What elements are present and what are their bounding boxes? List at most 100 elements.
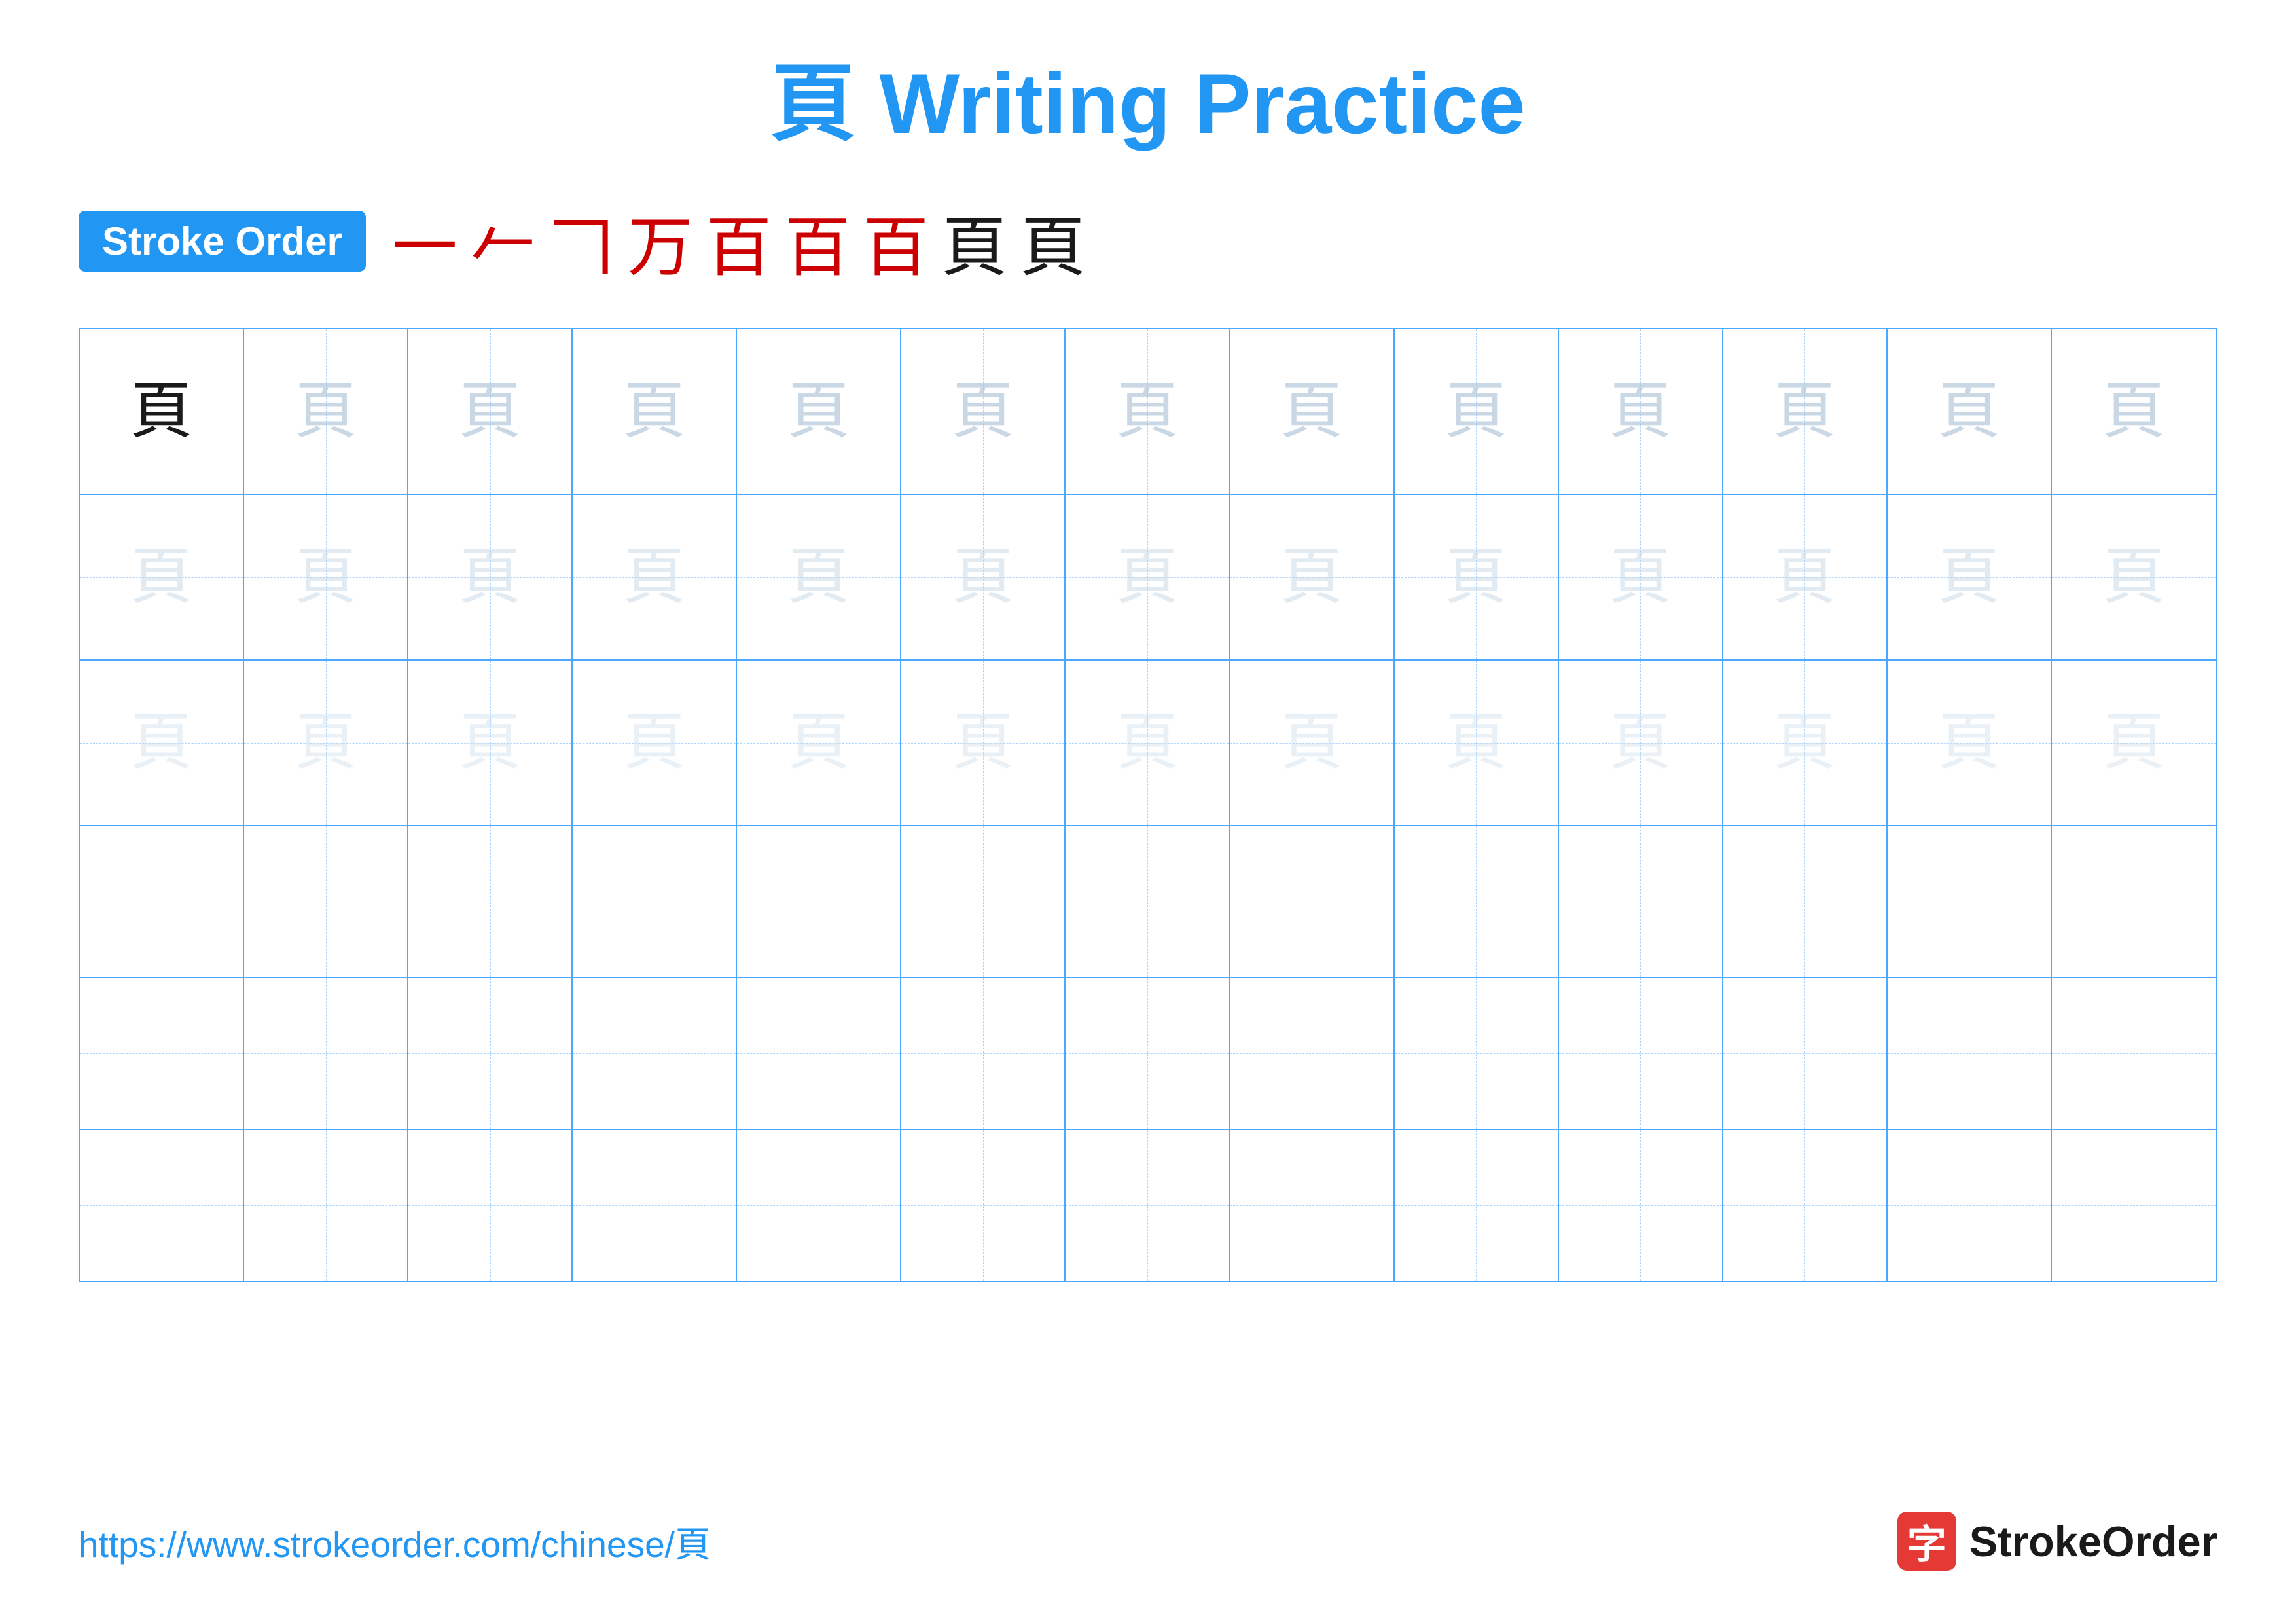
page-title: 頁 Writing Practice [79,52,2217,155]
grid-cell-5-1[interactable] [80,978,244,1129]
grid-cell-2-6[interactable]: 頁 [901,495,1066,659]
grid-cell-1-2[interactable]: 頁 [244,329,408,494]
grid-cell-2-9[interactable]: 頁 [1395,495,1559,659]
grid-cell-6-13[interactable] [2052,1130,2216,1281]
grid-row-6 [80,1130,2216,1281]
grid-cell-5-4[interactable] [573,978,737,1129]
grid-cell-2-4[interactable]: 頁 [573,495,737,659]
stroke-sequence: 一 𠂉 𠃍 万 百 百 百 頁 頁 [392,194,1086,289]
grid-cell-6-12[interactable] [1888,1130,2052,1281]
grid-cell-1-7[interactable]: 頁 [1066,329,1230,494]
grid-cell-1-9[interactable]: 頁 [1395,329,1559,494]
grid-cell-3-1[interactable]: 頁 [80,661,244,825]
grid-cell-5-12[interactable] [1888,978,2052,1129]
grid-cell-1-6[interactable]: 頁 [901,329,1066,494]
grid-cell-4-5[interactable] [737,826,901,977]
grid-cell-4-2[interactable] [244,826,408,977]
grid-cell-4-6[interactable] [901,826,1066,977]
grid-cell-4-11[interactable] [1723,826,1888,977]
grid-cell-6-3[interactable] [408,1130,573,1281]
stroke-7: 百 [863,194,929,289]
grid-cell-3-3[interactable]: 頁 [408,661,573,825]
grid-cell-4-10[interactable] [1559,826,1723,977]
grid-cell-6-4[interactable] [573,1130,737,1281]
brand-icon-char: 字 [1907,1513,1946,1570]
stroke-8: 頁 [942,194,1007,289]
grid-cell-5-3[interactable] [408,978,573,1129]
grid-cell-1-8[interactable]: 頁 [1230,329,1394,494]
grid-cell-5-9[interactable] [1395,978,1559,1129]
grid-cell-4-4[interactable] [573,826,737,977]
grid-cell-6-11[interactable] [1723,1130,1888,1281]
grid-cell-5-6[interactable] [901,978,1066,1129]
grid-cell-2-2[interactable]: 頁 [244,495,408,659]
grid-cell-4-13[interactable] [2052,826,2216,977]
grid-cell-3-12[interactable]: 頁 [1888,661,2052,825]
grid-cell-1-13[interactable]: 頁 [2052,329,2216,494]
grid-cell-1-1[interactable]: 頁 [80,329,244,494]
grid-cell-4-1[interactable] [80,826,244,977]
grid-cell-3-4[interactable]: 頁 [573,661,737,825]
grid-cell-2-13[interactable]: 頁 [2052,495,2216,659]
stroke-9: 頁 [1020,194,1086,289]
grid-row-1: 頁 頁 頁 頁 頁 頁 頁 頁 頁 頁 頁 頁 頁 [80,329,2216,495]
grid-cell-5-5[interactable] [737,978,901,1129]
grid-cell-4-7[interactable] [1066,826,1230,977]
grid-cell-5-2[interactable] [244,978,408,1129]
grid-cell-5-8[interactable] [1230,978,1394,1129]
grid-cell-4-8[interactable] [1230,826,1394,977]
grid-cell-2-1[interactable]: 頁 [80,495,244,659]
page: 頁 Writing Practice Stroke Order 一 𠂉 𠃍 万 … [0,0,2296,1623]
stroke-4: 万 [628,194,693,289]
stroke-1: 一 [392,194,457,289]
grid-cell-2-8[interactable]: 頁 [1230,495,1394,659]
grid-cell-2-3[interactable]: 頁 [408,495,573,659]
grid-cell-2-5[interactable]: 頁 [737,495,901,659]
stroke-2: 𠂉 [471,194,536,289]
grid-cell-1-5[interactable]: 頁 [737,329,901,494]
grid-cell-4-9[interactable] [1395,826,1559,977]
grid-cell-6-7[interactable] [1066,1130,1230,1281]
grid-cell-3-5[interactable]: 頁 [737,661,901,825]
grid-cell-5-13[interactable] [2052,978,2216,1129]
grid-cell-2-11[interactable]: 頁 [1723,495,1888,659]
char-dark: 頁 [130,380,192,443]
grid-cell-1-4[interactable]: 頁 [573,329,737,494]
grid-cell-6-6[interactable] [901,1130,1066,1281]
grid-cell-3-13[interactable]: 頁 [2052,661,2216,825]
grid-cell-6-2[interactable] [244,1130,408,1281]
footer-brand: 字 StrokeOrder [1897,1512,2217,1571]
grid-cell-5-11[interactable] [1723,978,1888,1129]
grid-cell-1-11[interactable]: 頁 [1723,329,1888,494]
grid-cell-4-3[interactable] [408,826,573,977]
grid-cell-3-11[interactable]: 頁 [1723,661,1888,825]
grid-cell-6-1[interactable] [80,1130,244,1281]
stroke-6: 百 [785,194,850,289]
grid-cell-1-3[interactable]: 頁 [408,329,573,494]
grid-cell-3-8[interactable]: 頁 [1230,661,1394,825]
grid-cell-2-10[interactable]: 頁 [1559,495,1723,659]
grid-cell-3-2[interactable]: 頁 [244,661,408,825]
brand-name: StrokeOrder [1969,1517,2217,1566]
grid-cell-3-9[interactable]: 頁 [1395,661,1559,825]
grid-cell-5-7[interactable] [1066,978,1230,1129]
grid-row-5 [80,978,2216,1130]
grid-row-4 [80,826,2216,978]
grid-cell-6-9[interactable] [1395,1130,1559,1281]
grid-cell-4-12[interactable] [1888,826,2052,977]
grid-cell-2-7[interactable]: 頁 [1066,495,1230,659]
footer-url[interactable]: https://www.strokeorder.com/chinese/頁 [79,1515,711,1567]
grid-cell-1-10[interactable]: 頁 [1559,329,1723,494]
grid-cell-6-8[interactable] [1230,1130,1394,1281]
grid-cell-3-6[interactable]: 頁 [901,661,1066,825]
grid-cell-5-10[interactable] [1559,978,1723,1129]
stroke-order-row: Stroke Order 一 𠂉 𠃍 万 百 百 百 頁 頁 [79,194,2217,289]
grid-cell-6-10[interactable] [1559,1130,1723,1281]
grid-cell-1-12[interactable]: 頁 [1888,329,2052,494]
brand-icon: 字 [1897,1512,1956,1571]
grid-cell-3-10[interactable]: 頁 [1559,661,1723,825]
stroke-5: 百 [706,194,772,289]
grid-cell-6-5[interactable] [737,1130,901,1281]
grid-cell-2-12[interactable]: 頁 [1888,495,2052,659]
grid-cell-3-7[interactable]: 頁 [1066,661,1230,825]
